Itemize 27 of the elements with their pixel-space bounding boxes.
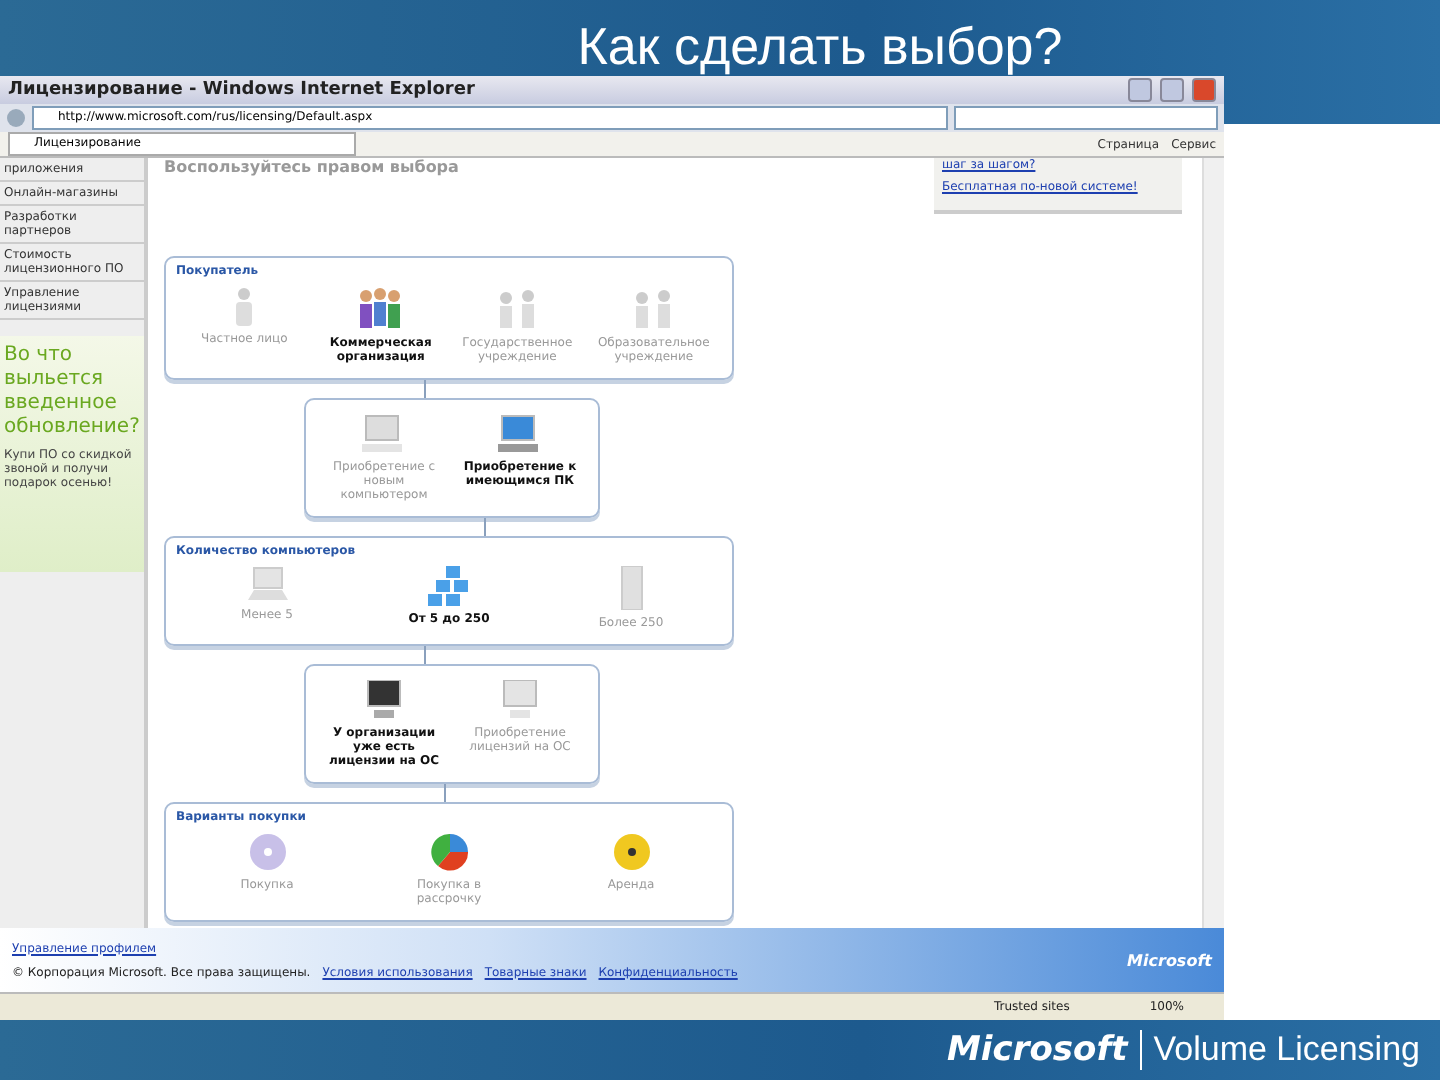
pie-chart-icon [429, 832, 469, 872]
maximize-button[interactable] [1160, 78, 1184, 102]
computer-icon [498, 414, 542, 454]
back-icon[interactable] [6, 108, 26, 128]
slide-title: Как сделать выбор? [575, 14, 1065, 76]
connector-line [424, 646, 426, 664]
monitor-icon [364, 680, 404, 720]
ad-headline: Во что выльется введенное обновление? [4, 344, 140, 440]
disc-icon [247, 832, 287, 872]
monitor-icon [500, 680, 540, 720]
computers-icon [425, 566, 473, 606]
page-heading: Воспользуйтесь правом выбора [164, 158, 459, 176]
brand-logo: Microsoft [947, 1030, 1142, 1070]
footer-logo: Microsoft [1127, 951, 1212, 969]
search-field[interactable] [954, 106, 1218, 130]
minimize-button[interactable] [1128, 78, 1152, 102]
computer-icon [362, 414, 406, 454]
window-title: Лицензирование - Windows Internet Explorer [8, 80, 477, 100]
connector-line [444, 784, 446, 802]
laptop-icon [245, 566, 289, 602]
connector-line [484, 518, 486, 536]
server-icon [619, 566, 643, 610]
disc-icon [611, 832, 651, 872]
close-button[interactable] [1192, 78, 1216, 102]
people-icon [356, 286, 405, 330]
connector-line [424, 380, 426, 398]
product-name: Volume Licensing [1153, 1030, 1420, 1070]
